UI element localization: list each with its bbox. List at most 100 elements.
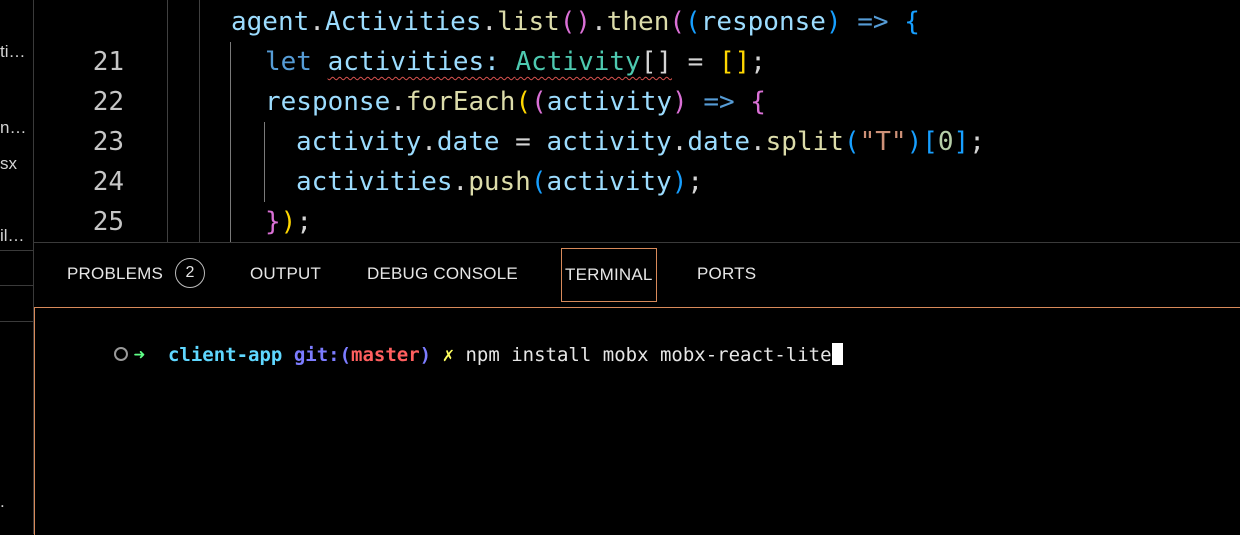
terminal-prompt-line: ➜ client-app git:(master) ✗ npm install … — [45, 310, 843, 366]
tab-label: PORTS — [697, 264, 757, 283]
code-token: [] — [718, 47, 751, 77]
code-token: ( — [531, 87, 547, 117]
explorer-item[interactable]: sx — [0, 154, 17, 174]
prompt-dirty-mark-icon: ✗ — [442, 344, 455, 366]
code-token: . — [750, 127, 766, 157]
divider — [0, 321, 33, 322]
code-line: 25 activities.push(activity); — [34, 162, 1240, 237]
code-token: = — [499, 127, 547, 157]
code-token: . — [421, 127, 437, 157]
code-token: ) — [672, 87, 688, 117]
code-token: agent — [231, 7, 310, 37]
code-token: . — [481, 7, 498, 37]
code-token: push — [468, 167, 531, 197]
explorer-item[interactable]: ti… — [0, 42, 26, 62]
code-line: 23 response.forEach((activity) => { — [34, 82, 1240, 157]
code-token: response — [265, 87, 391, 117]
explorer-item[interactable]: il… — [0, 226, 25, 246]
code-token: . — [452, 167, 469, 197]
code-token: ) — [280, 207, 297, 237]
bottom-panel: PROBLEMS 2 OUTPUT DEBUG CONSOLE TERMINAL … — [34, 242, 1240, 535]
code-token: ) — [906, 127, 923, 157]
code-token: ; — [687, 167, 704, 197]
prompt-git-prefix: git:( — [293, 344, 352, 366]
code-text: agent.Activities.list().then((response) … — [231, 2, 920, 42]
tab-label: TERMINAL — [565, 265, 653, 284]
prompt-arrow-icon: ➜ — [133, 344, 146, 366]
code-token: ; — [969, 127, 985, 157]
code-token: forEach — [405, 87, 516, 117]
code-token: ) — [671, 167, 688, 197]
code-token: date — [687, 127, 750, 157]
tab-label: DEBUG CONSOLE — [367, 264, 518, 283]
prompt-git-branch: master — [351, 344, 420, 366]
code-token: ( — [530, 167, 547, 197]
code-token: ] — [953, 127, 970, 157]
terminal-command: npm install mobx mobx-react-lite — [465, 344, 832, 366]
code-token: [ — [922, 127, 938, 157]
code-token: { — [750, 87, 766, 117]
code-text: response.forEach((activity) => { — [265, 82, 766, 122]
code-token: ( — [843, 127, 860, 157]
tab-output[interactable]: OUTPUT — [250, 249, 321, 299]
code-token: activities: — [327, 47, 516, 77]
terminal-cursor — [831, 342, 843, 365]
code-token: "T" — [859, 127, 907, 157]
code-token: () — [559, 7, 592, 37]
code-token: activity — [546, 167, 672, 197]
prompt-git-suffix: ) — [419, 344, 432, 366]
code-token: then — [606, 7, 670, 37]
code-token: let — [265, 47, 312, 77]
code-token: => — [703, 87, 735, 117]
code-token: activities — [296, 167, 453, 197]
code-token: ; — [750, 47, 766, 77]
explorer-sidebar: ti… n… sx il… . — [0, 0, 34, 534]
code-token: ( — [669, 7, 686, 37]
code-token: . — [390, 87, 406, 117]
code-token: ( — [685, 7, 701, 37]
tab-terminal[interactable]: TERMINAL — [561, 248, 657, 302]
explorer-item[interactable]: . — [0, 492, 5, 512]
code-token: ; — [296, 207, 312, 237]
tab-label: PROBLEMS — [67, 264, 164, 283]
code-token: . — [591, 7, 607, 37]
code-token: list — [497, 7, 560, 37]
code-token: => — [857, 7, 889, 37]
code-text: activity.date = activity.date.split("T")… — [296, 122, 985, 162]
code-line: 21 agent.Activities.list().then((respons… — [34, 2, 1240, 77]
prompt-directory: client-app — [167, 344, 283, 366]
code-text: let activities: Activity[] = []; — [265, 42, 766, 82]
code-line: 24 activity.date = activity.date.split("… — [34, 122, 1240, 197]
code-token: date — [436, 127, 500, 157]
panel-tabs: PROBLEMS 2 OUTPUT DEBUG CONSOLE TERMINAL … — [34, 243, 1240, 307]
code-editor[interactable]: 21 agent.Activities.list().then((respons… — [34, 0, 1240, 242]
command-status-circle-icon — [113, 346, 128, 361]
code-text: activities.push(activity); — [296, 162, 703, 202]
divider — [0, 285, 33, 286]
code-token: Activities — [324, 7, 482, 37]
code-token: . — [309, 7, 325, 37]
tab-problems[interactable]: PROBLEMS 2 — [67, 249, 206, 299]
code-token: } — [265, 207, 281, 237]
code-line: 22 let activities: Activity[] = []; — [34, 42, 1240, 117]
code-token: 0 — [937, 127, 954, 157]
code-token: activity — [546, 127, 672, 157]
tab-ports[interactable]: PORTS — [697, 249, 756, 299]
code-token: = — [672, 47, 719, 77]
code-token: response — [700, 7, 826, 37]
code-token: split — [765, 127, 844, 157]
explorer-item[interactable]: n… — [0, 118, 26, 138]
terminal[interactable]: ➜ client-app git:(master) ✗ npm install … — [34, 307, 1240, 535]
code-token: Activity — [515, 47, 641, 77]
tab-debug-console[interactable]: DEBUG CONSOLE — [367, 249, 518, 299]
code-token: activity — [296, 127, 422, 157]
code-token: { — [904, 7, 920, 37]
code-token: . — [671, 127, 688, 157]
code-token: [] — [640, 47, 673, 77]
code-token: ) — [825, 7, 842, 37]
code-token: activity — [546, 87, 673, 117]
